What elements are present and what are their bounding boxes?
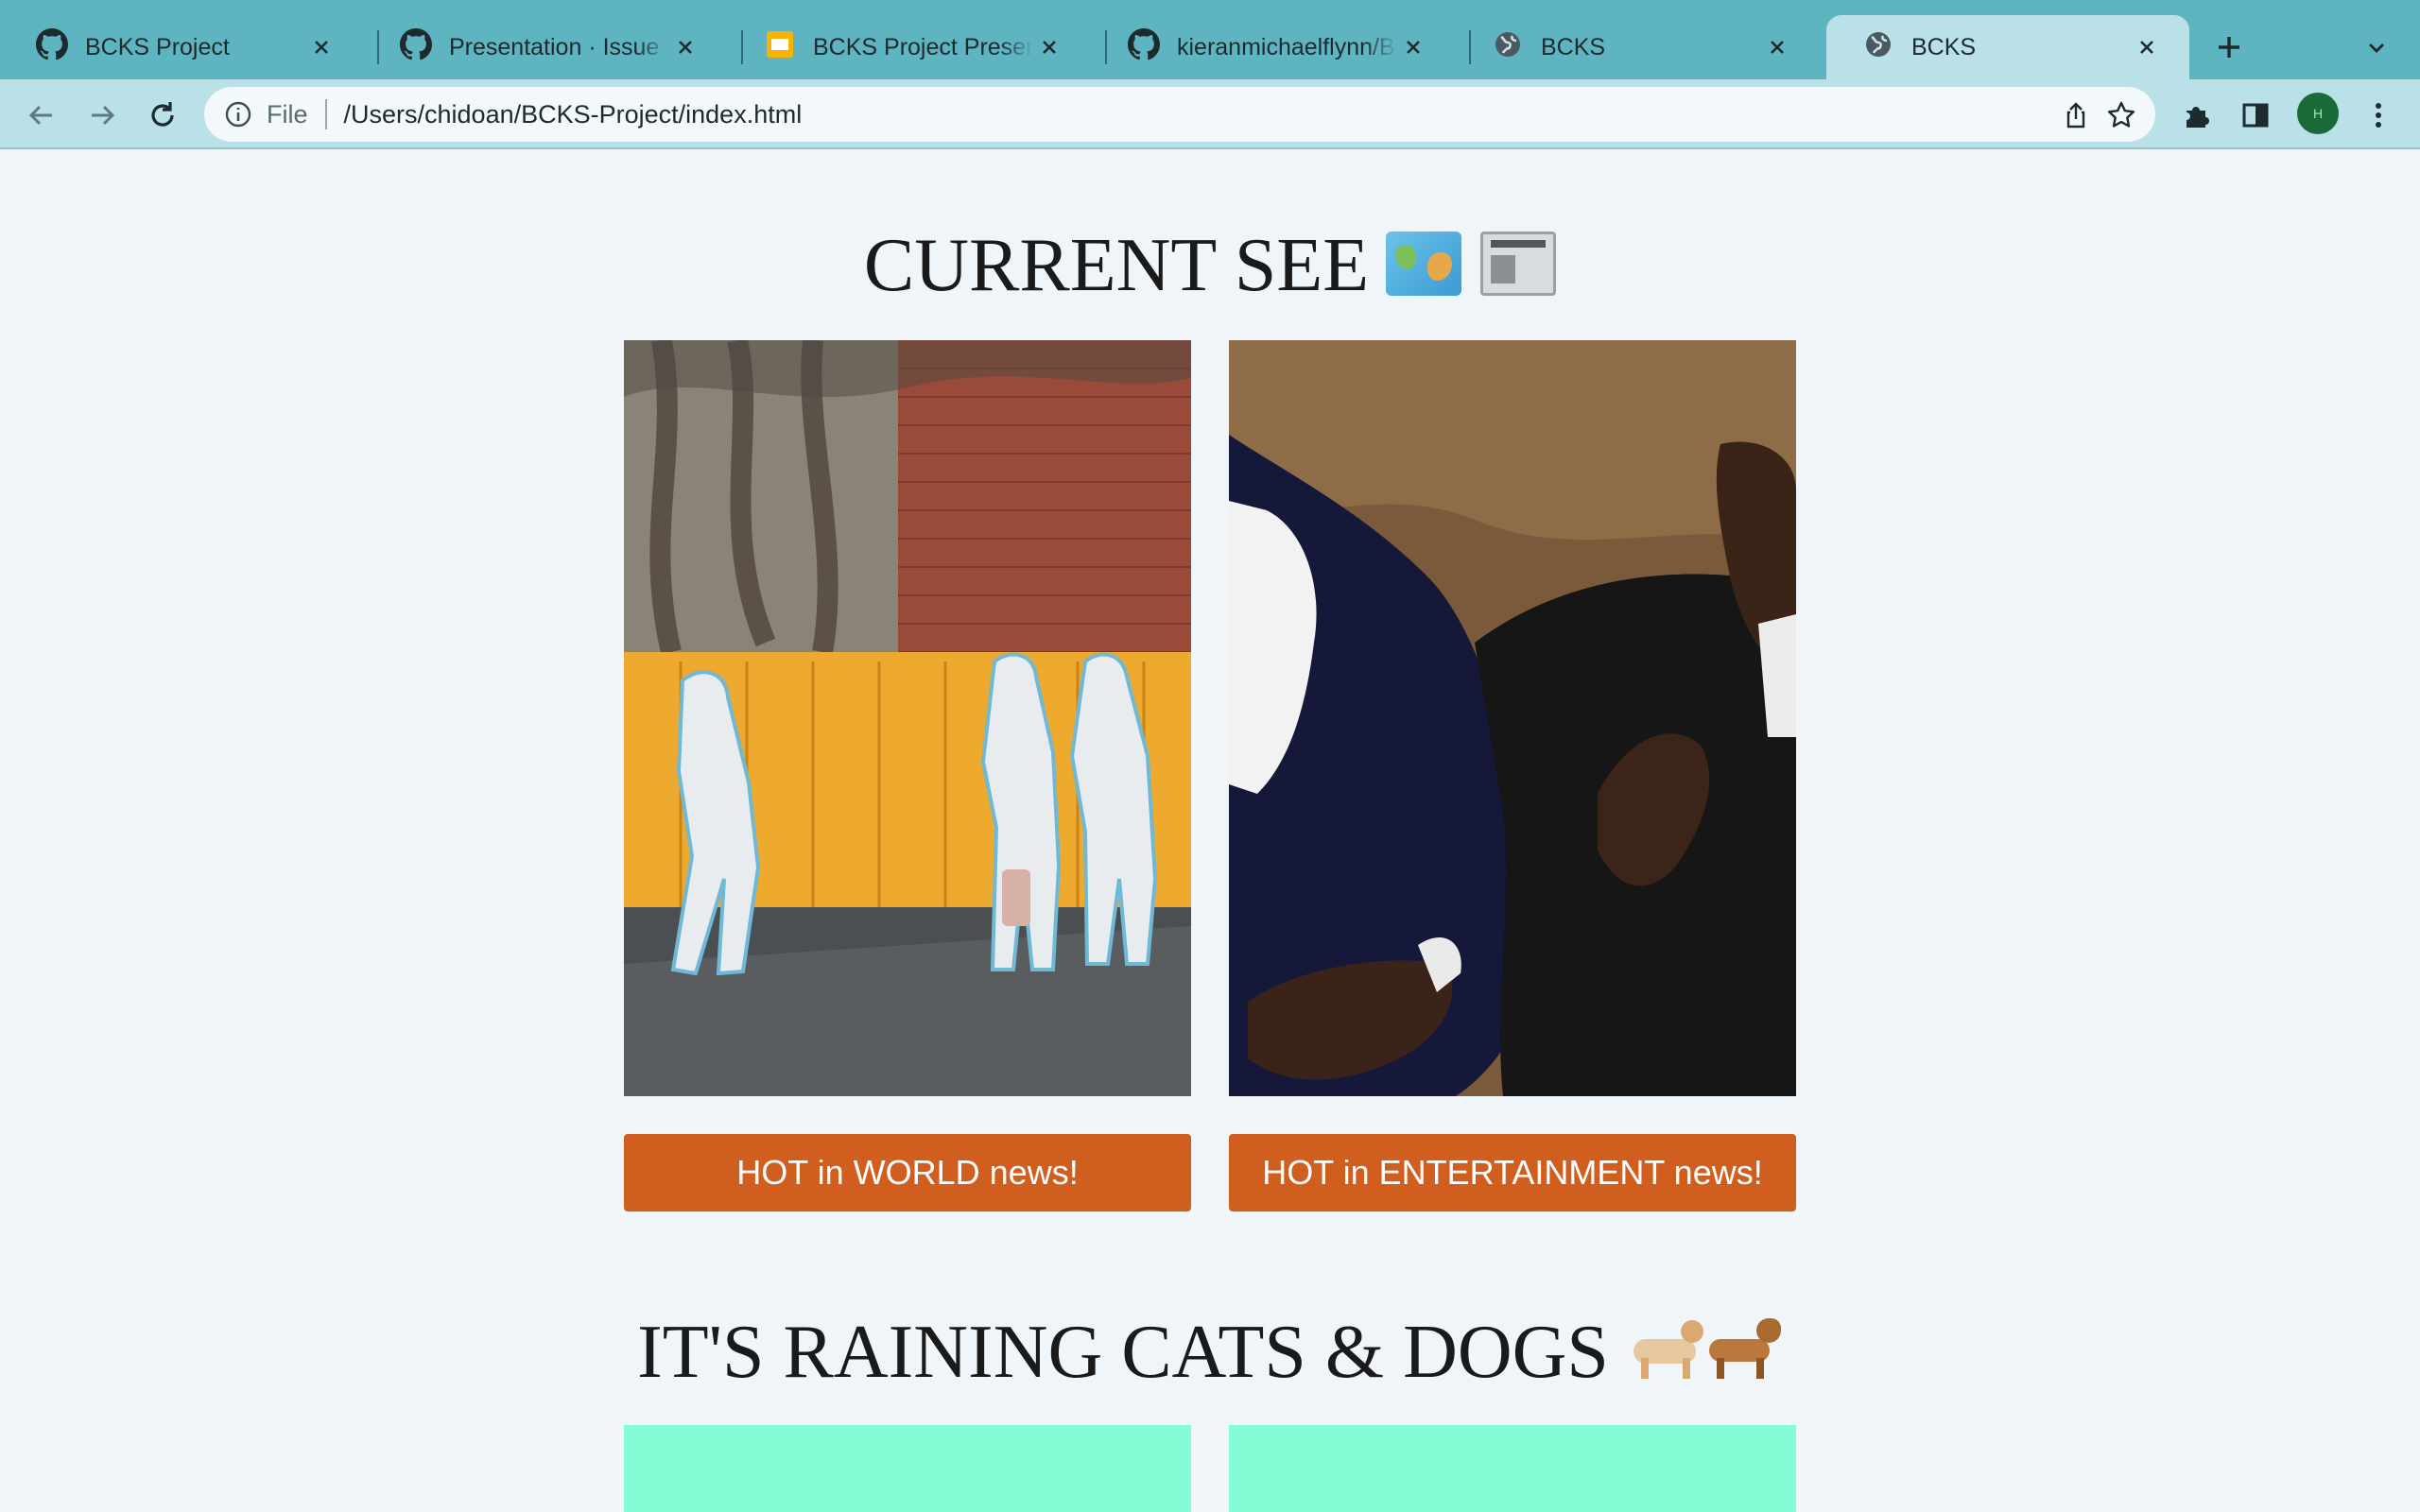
world-news-button[interactable]: HOT in WORLD news!	[624, 1134, 1191, 1211]
dog-card-placeholder	[1229, 1425, 1796, 1512]
close-icon[interactable]	[1397, 31, 1429, 63]
tab-title: Presentation · Issue #3	[449, 33, 669, 60]
cat-card-placeholder	[624, 1425, 1191, 1512]
close-icon[interactable]	[1033, 31, 1065, 63]
tab-title: BCKS Project	[85, 33, 230, 60]
newspaper-icon	[1480, 232, 1557, 296]
slides-icon	[764, 28, 796, 67]
entertainment-news-button[interactable]: HOT in ENTERTAINMENT news!	[1229, 1134, 1796, 1211]
tab-title: BCKS	[1911, 33, 1977, 60]
new-tab-plus-icon[interactable]	[2208, 26, 2250, 68]
tab-bcks-presentation[interactable]: BCKS Project Presentation	[728, 15, 1092, 79]
more-menu-icon[interactable]	[2360, 96, 2397, 134]
close-icon[interactable]	[669, 31, 701, 63]
world-news-image	[624, 340, 1191, 1096]
url-scheme-label: File	[267, 99, 308, 129]
cat-icon	[1628, 1311, 1705, 1381]
section-title: IT'S RAINING CATS & DOGS	[637, 1311, 1609, 1394]
forward-arrow-icon[interactable]	[81, 94, 123, 136]
close-icon[interactable]	[1761, 31, 1793, 63]
tab-title: BCKS Project Presentation	[813, 33, 1033, 60]
share-icon[interactable]	[2059, 98, 2093, 132]
github-icon	[36, 27, 69, 67]
close-icon[interactable]	[305, 31, 337, 63]
back-arrow-icon[interactable]	[21, 94, 62, 136]
close-icon[interactable]	[2131, 31, 2163, 63]
bookmark-star-icon[interactable]	[2104, 98, 2138, 132]
entertainment-news-image	[1229, 340, 1796, 1096]
world-map-icon	[1386, 232, 1462, 296]
globe-icon	[1862, 28, 1894, 67]
tab-strip: BCKS Project Presentation · Issue #3 BCK…	[0, 0, 2420, 79]
address-bar[interactable]: File /Users/chidoan/BCKS-Project/index.h…	[204, 87, 2155, 142]
reload-icon[interactable]	[142, 94, 183, 136]
tab-presentation-issue[interactable]: Presentation · Issue #3	[364, 15, 728, 79]
side-panel-icon[interactable]	[2237, 96, 2274, 134]
tab-bcks-project[interactable]: BCKS Project	[0, 15, 364, 79]
github-icon	[400, 27, 433, 67]
chevron-down-icon[interactable]	[2358, 28, 2395, 66]
dog-icon	[1705, 1311, 1783, 1381]
section-heading-current-see: CURRENT SEE	[0, 223, 2420, 309]
tab-title: BCKS	[1541, 33, 1606, 60]
tab-kieran-repo[interactable]: kieranmichaelflynn/BCKS	[1092, 15, 1456, 79]
profile-avatar[interactable]: H	[2297, 93, 2339, 134]
tab-bcks-active[interactable]: BCKS	[1826, 15, 2189, 79]
info-icon[interactable]	[223, 99, 253, 129]
section-title: CURRENT SEE	[863, 224, 1370, 307]
tab-bcks[interactable]: BCKS	[1456, 15, 1820, 79]
extensions-puzzle-icon[interactable]	[2178, 96, 2216, 134]
section-heading-cats-dogs: IT'S RAINING CATS & DOGS	[0, 1310, 2420, 1396]
globe-icon	[1492, 28, 1524, 67]
github-icon	[1128, 27, 1161, 67]
tab-title: kieranmichaelflynn/BCKS	[1177, 33, 1397, 60]
url-text[interactable]: /Users/chidoan/BCKS-Project/index.html	[344, 100, 803, 129]
url-divider	[324, 99, 327, 129]
browser-toolbar: File /Users/chidoan/BCKS-Project/index.h…	[0, 79, 2420, 149]
